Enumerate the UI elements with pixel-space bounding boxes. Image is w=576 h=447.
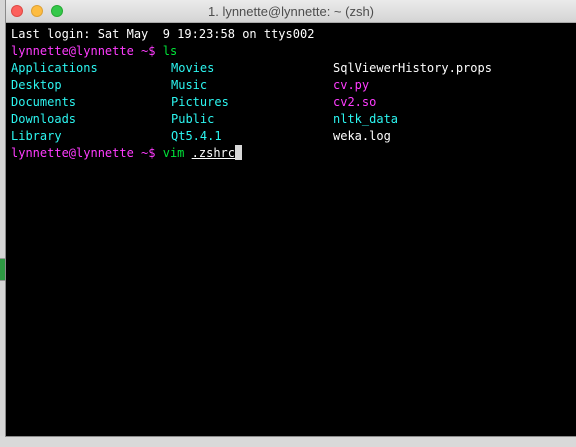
ls-row: Downloads Public nltk_data <box>11 111 571 128</box>
terminal-window: 1. lynnette@lynnette: ~ (zsh) Last login… <box>6 0 576 436</box>
ls-row: Documents Pictures cv2.so <box>11 94 571 111</box>
ls-entry: Pictures <box>171 95 229 109</box>
shell-prompt: lynnette@lynnette ~$ <box>11 146 156 160</box>
ls-entry: cv2.so <box>333 95 377 109</box>
last-login-line: Last login: Sat May 9 19:23:58 on ttys00… <box>11 27 315 41</box>
command-argument: .zshrc <box>191 146 236 160</box>
ls-entry: Qt5.4.1 <box>171 129 222 143</box>
ls-output: Applications Movies SqlViewerHistory.props… <box>11 60 571 145</box>
ls-entry: Applications <box>11 61 98 75</box>
ls-entry: Movies <box>171 61 215 75</box>
ls-row: Library Qt5.4.1 weka.log <box>11 128 571 145</box>
ls-entry: cv.py <box>333 78 370 92</box>
ls-entry: Music <box>171 78 208 92</box>
command-text: ls <box>162 44 178 58</box>
ls-entry: Desktop <box>11 78 62 92</box>
ls-row: Applications Movies SqlViewerHistory.props <box>11 60 571 77</box>
prompt-line: lynnette@lynnette ~$ vim .zshrc <box>11 145 571 162</box>
ls-entry: Documents <box>11 95 77 109</box>
command-text: vim <box>162 146 185 160</box>
ls-entry: weka.log <box>333 129 391 143</box>
ls-entry: nltk_data <box>333 112 399 126</box>
terminal-content[interactable]: Last login: Sat May 9 19:23:58 on ttys00… <box>11 26 571 162</box>
prompt-line: lynnette@lynnette ~$ ls <box>11 43 571 60</box>
window-titlebar[interactable]: 1. lynnette@lynnette: ~ (zsh) <box>6 0 576 23</box>
background-window-bottom <box>0 436 576 447</box>
window-title: 1. lynnette@lynnette: ~ (zsh) <box>207 4 375 19</box>
ls-entry: SqlViewerHistory.props <box>333 61 492 75</box>
ls-entry: Public <box>171 112 215 126</box>
text-cursor <box>235 145 243 160</box>
shell-prompt: lynnette@lynnette ~$ <box>11 44 156 58</box>
ls-row: Desktop Music cv.py <box>11 77 571 94</box>
ls-entry: Downloads <box>11 112 77 126</box>
ls-entry: Library <box>11 129 62 143</box>
